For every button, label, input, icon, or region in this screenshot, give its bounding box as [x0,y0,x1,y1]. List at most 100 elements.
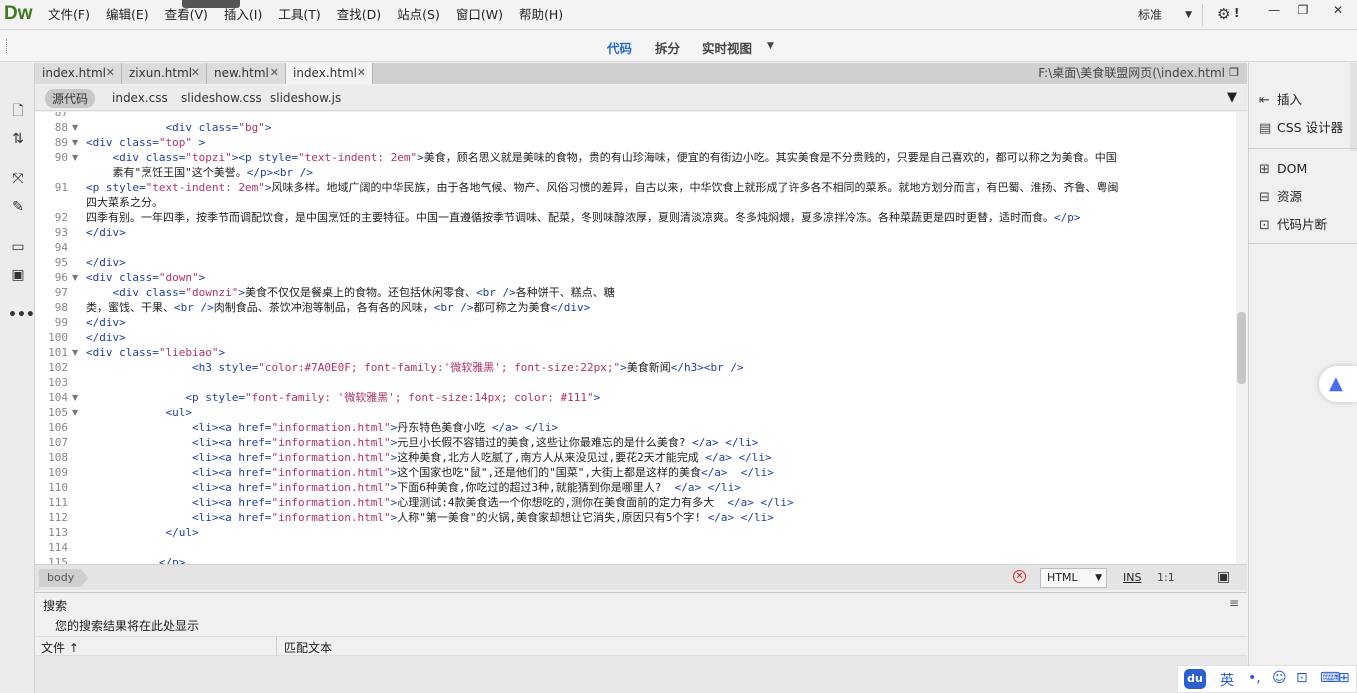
close-icon[interactable]: ✕ [357,63,366,83]
notification-icon: ! [1234,6,1240,20]
emoji-icon[interactable]: ☺ [1272,670,1287,686]
open-documents-icon[interactable]: 🗋 [8,101,28,121]
restore-button[interactable]: ❐ [1288,1,1318,21]
expand-icon[interactable]: ⤧ [8,169,28,189]
menu-item[interactable]: 文件(F) [40,0,98,30]
view-live-button[interactable]: 实时视图 [702,38,752,57]
line-gutter: 87 88 ▼ 89 ▼ 90 ▼ 91 92 93 94 95 96 ▼ 97 98 99 100 101 ▼ 102… [35,112,85,564]
grid-icon[interactable]: ⊞ [1338,670,1350,686]
close-icon[interactable]: ✕ [106,63,115,83]
comment-icon[interactable]: ▭ [8,237,28,257]
error-icon[interactable]: × [1013,570,1026,583]
document-type-select[interactable]: HTML ▼ [1040,568,1107,588]
code-line: <div class="bg"> [165,121,272,134]
filter-icon[interactable]: ▼ [1227,90,1237,105]
tag-selector-body[interactable]: body [39,569,89,587]
preview-icon[interactable]: ▣ [1217,569,1230,585]
more-icon[interactable]: ••• [8,305,35,325]
file-path: F:\桌面\美食联盟网页(\index.html [1038,66,1225,80]
code-line: </ul> [165,526,199,539]
panel-css-designer[interactable]: ▤ CSS 设计器 [1259,118,1343,138]
line-number: 109 [48,466,68,479]
scrollbar-thumb[interactable] [1237,312,1246,384]
menu-item[interactable]: 工具(T) [270,0,328,30]
fold-toggle-icon[interactable]: ▼ [72,120,78,135]
fold-toggle-icon[interactable]: ▼ [72,150,78,165]
view-code-button[interactable]: 代码 [607,38,632,57]
related-file-slideshow-js[interactable]: slideshow.js [270,91,341,105]
insert-icon: ⇤ [1259,93,1270,108]
line-number: 89 [54,136,68,149]
line-number: 110 [48,481,68,494]
assets-icon: ⊟ [1259,190,1270,205]
line-number: 115 [48,556,68,564]
fold-toggle-icon[interactable]: ▼ [72,270,78,285]
close-button[interactable]: ✕ [1323,1,1353,21]
menu-item[interactable]: 帮助(H) [511,0,571,30]
ime-language[interactable]: 英 [1220,670,1234,690]
column-divider[interactable] [276,637,277,657]
code-line: <h3 style="color:#7A0E0F; font-family:'微… [191,361,744,374]
related-file-source[interactable]: 源代码 [45,89,96,108]
panel-insert[interactable]: ⇤ 插入 [1259,90,1302,110]
panel-dom-label: DOM [1277,161,1308,176]
workspace-layout-select[interactable]: 标准 ▼ [1138,6,1198,24]
sort-icon[interactable]: ⇅ [8,129,28,149]
chevron-down-icon[interactable]: ▼ [767,41,774,51]
search-panel-title[interactable]: 搜索 [43,597,67,614]
toolbox-icon[interactable]: ⊡ [1296,670,1308,686]
insert-mode[interactable]: INS [1123,571,1141,584]
punctuation-icon[interactable]: •, [1248,670,1261,686]
menu-item[interactable]: 查找(D) [329,0,389,30]
view-split-button[interactable]: 拆分 [655,38,680,57]
search-empty-message: 您的搜索结果将在此处显示 [55,619,200,633]
menu-item[interactable]: 编辑(E) [98,0,157,30]
line-number: 87 [54,112,68,119]
related-file-index-css[interactable]: index.css [112,91,168,105]
line-number: 112 [48,511,68,524]
related-file-slideshow-css[interactable]: slideshow.css [181,91,262,105]
snippet-icon[interactable]: ▣ [8,265,28,285]
close-icon[interactable]: ✕ [191,63,200,83]
tab-label: index.html [42,66,106,80]
panel-scrollbar[interactable] [1350,63,1357,151]
search-results-header: 文件 ↑ 匹配文本 [35,636,1247,657]
minimize-button[interactable]: — [1259,1,1289,21]
code-editor[interactable]: 87 88 ▼ 89 ▼ 90 ▼ 91 92 93 94 95 96 ▼ 97 98 99 100 101 ▼ 102… [35,112,1247,564]
close-icon[interactable]: ✕ [270,63,279,83]
column-file[interactable]: 文件 ↑ [41,639,79,656]
editor-scrollbar[interactable] [1236,112,1247,564]
fold-toggle-icon[interactable]: ▼ [72,135,78,150]
tab-zixun-html[interactable]: zixun.html ✕ [122,63,207,84]
panel-dom[interactable]: ⊞ DOM [1259,159,1307,179]
ime-logo[interactable]: du [1184,669,1206,689]
format-icon[interactable]: ✎ [8,197,28,217]
column-match-text[interactable]: 匹配文本 [284,639,332,656]
code-line: 四季有别。一年四季，按季节而调配饮食，是中国烹饪的主要特征。中国一直遵循按季节调… [86,211,1081,224]
code-line: </div> [86,256,126,269]
line-number: 97 [54,286,68,299]
menu-item[interactable]: 站点(S) [389,0,448,30]
gear-icon[interactable]: ⚙ [1217,5,1230,23]
tab-new-html[interactable]: new.html ✕ [207,63,286,84]
tab-index-html-active[interactable]: index.html ✕ [286,63,373,84]
toolbar-grip[interactable] [6,39,9,53]
tab-label: new.html [214,66,269,80]
panel-snippets[interactable]: ⊡ 代码片断 [1259,215,1327,235]
line-number: 108 [48,451,68,464]
fold-toggle-icon[interactable]: ▼ [72,405,78,420]
chevron-down-icon: ▼ [1095,573,1102,583]
floating-assistant-button[interactable]: ▲ [1319,366,1357,402]
menu-item[interactable]: 窗口(W) [448,0,511,30]
tab-index-html[interactable]: index.html ✕ [35,63,122,84]
dom-icon: ⊞ [1259,162,1270,177]
code-line: <li><a href="information.html">下面6种美食,你吃… [191,481,741,494]
panel-assets[interactable]: ⊟ 资源 [1259,187,1302,207]
restore-icon[interactable]: ❐ [1229,63,1239,83]
code-line: <div class="down"> [86,271,206,284]
related-files-bar: 源代码 index.css slideshow.css slideshow.js… [35,85,1247,111]
panel-menu-icon[interactable]: ≡ [1229,596,1239,610]
fold-toggle-icon[interactable]: ▼ [72,345,78,360]
line-number: 90 [54,151,68,164]
fold-toggle-icon[interactable]: ▼ [72,390,78,405]
